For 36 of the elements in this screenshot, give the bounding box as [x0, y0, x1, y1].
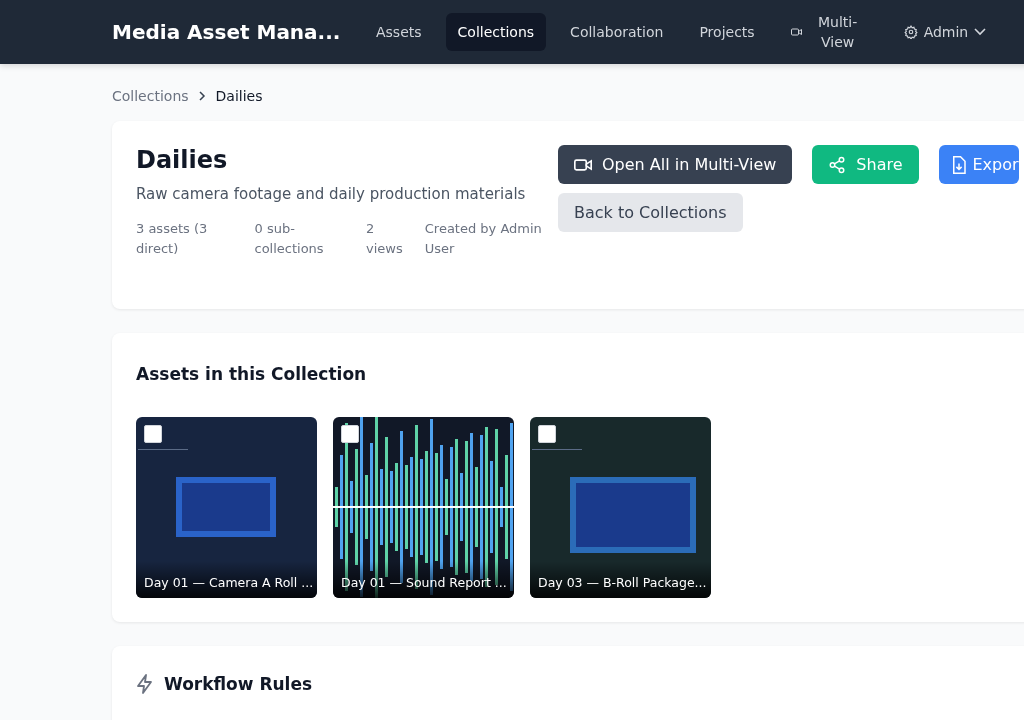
asset-title: Day 01 — Sound Report ...: [341, 575, 506, 590]
asset-thumbnail[interactable]: Day 01 — Sound Report ...: [333, 417, 514, 598]
app-title: Media Asset Mana...: [112, 20, 342, 44]
nav-link[interactable]: Multi-View: [778, 3, 880, 61]
share-icon: [828, 155, 847, 174]
checkbox[interactable]: [538, 425, 556, 443]
chevron-right-icon: [198, 91, 206, 101]
lightning-icon: [136, 674, 154, 694]
nav-link[interactable]: Admin: [891, 13, 999, 51]
asset-thumbnail[interactable]: Day 03 — B-Roll Package...: [530, 417, 711, 598]
collection-meta: 0 sub-collections: [254, 220, 325, 258]
nav-link[interactable]: Collections: [445, 13, 547, 51]
section-title: Workflow Rules: [164, 674, 313, 694]
collection-meta: 3 assets (3 direct): [136, 220, 209, 258]
breadcrumb-item: Dailies: [215, 88, 263, 104]
breadcrumb-item[interactable]: Collections: [112, 88, 189, 104]
nav-link[interactable]: Projects: [687, 13, 767, 51]
chevron-down-icon: [974, 28, 987, 36]
collection-meta: 2 views: [366, 220, 404, 258]
nav-link[interactable]: Assets: [364, 13, 434, 51]
asset-thumbnail[interactable]: Day 01 — Camera A Roll ...: [136, 417, 317, 598]
export-button[interactable]: Expor: [938, 145, 1019, 184]
back-button[interactable]: Back to Collections: [558, 193, 743, 232]
asset-title: Day 03 — B-Roll Package...: [538, 575, 703, 590]
video-camera-icon: [790, 28, 802, 36]
video-camera-icon: [574, 157, 592, 172]
collection-description: Raw camera footage and daily production materials: [136, 185, 527, 203]
nav-link[interactable]: Collaboration: [558, 13, 676, 51]
checkbox[interactable]: [341, 425, 359, 443]
collection-title: Dailies: [136, 145, 229, 175]
multiview-button[interactable]: Open All in Multi-View: [558, 145, 793, 184]
checkbox[interactable]: [144, 425, 162, 443]
gear-icon: [903, 25, 918, 39]
section-title: Assets in this Collection: [136, 363, 368, 385]
collection-meta: Created by Admin User: [424, 220, 543, 258]
file-download-icon: [950, 155, 967, 174]
